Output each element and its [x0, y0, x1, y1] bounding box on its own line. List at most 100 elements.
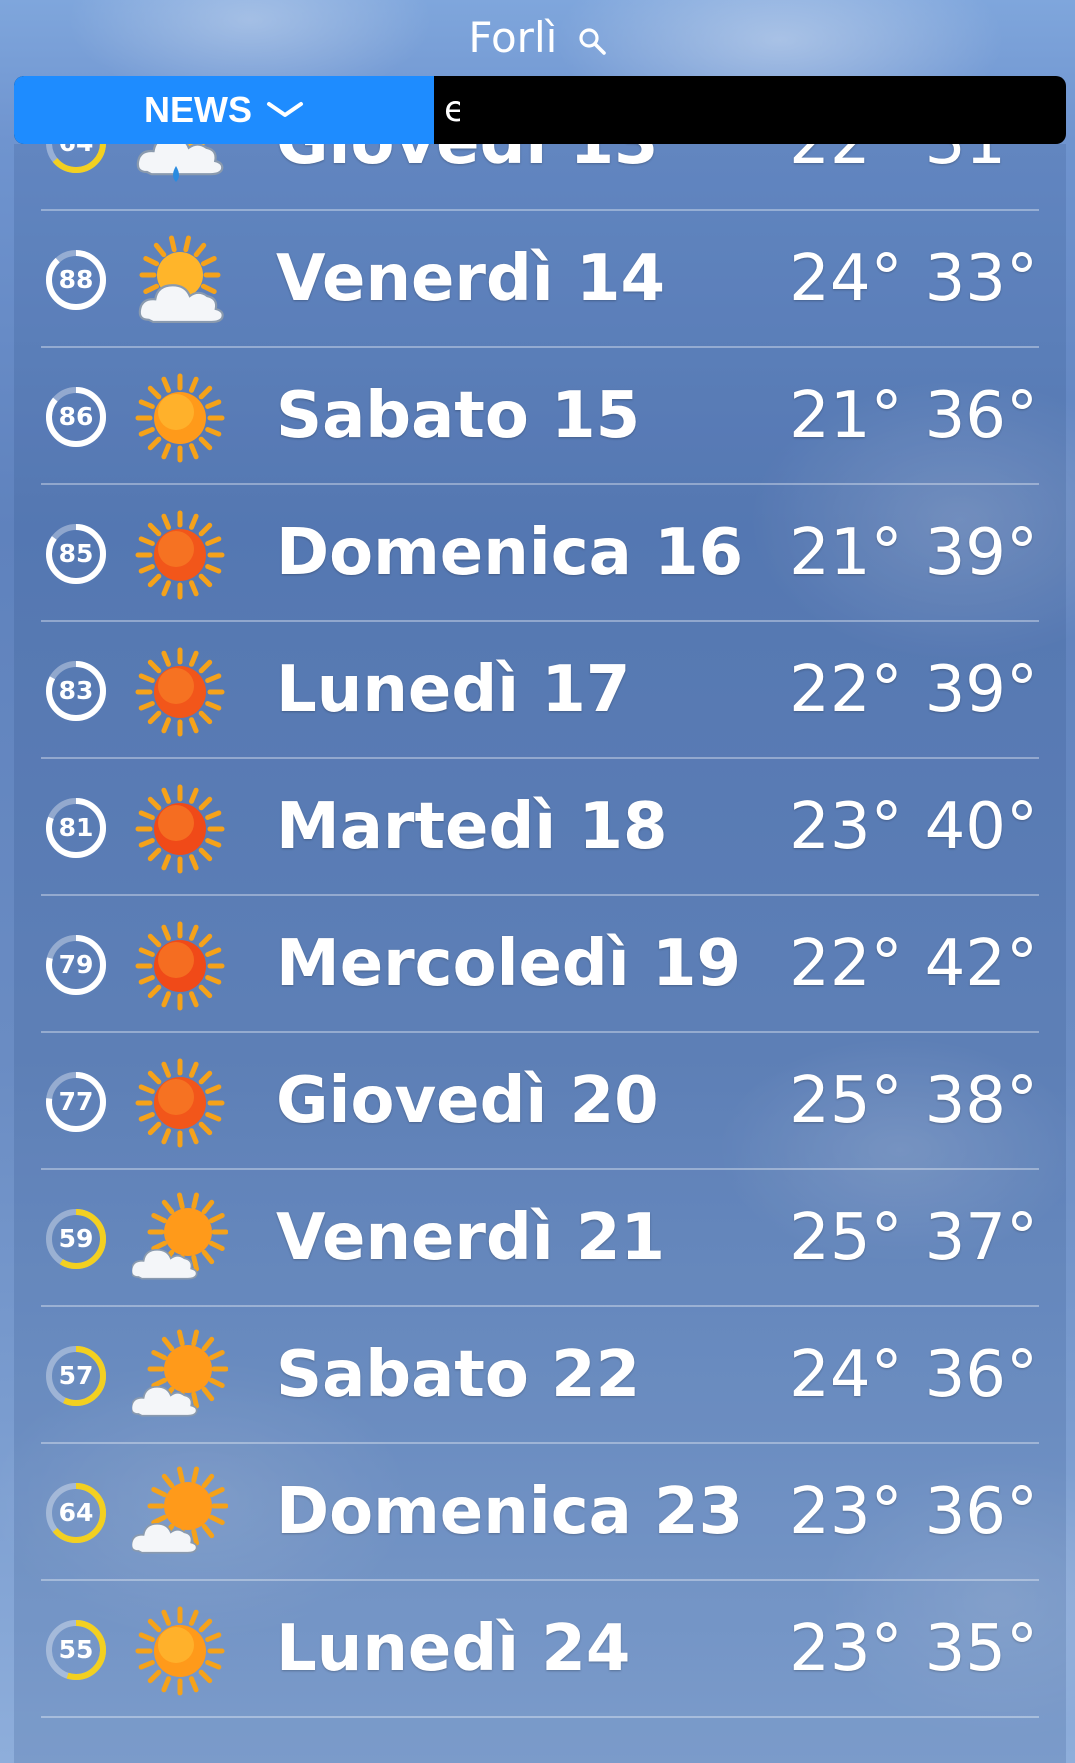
- news-dropdown-button[interactable]: NEWS: [14, 76, 434, 144]
- forecast-row[interactable]: 79 Mercoledì 19 22° 42°: [14, 896, 1066, 1033]
- temperature-range: 24° 33°: [789, 211, 1038, 348]
- forecast-row[interactable]: 83 Lunedì 17 22° 39°: [14, 622, 1066, 759]
- max-temperature: 36°: [924, 1338, 1038, 1412]
- score-badge: 81: [44, 796, 108, 860]
- score-value: 55: [58, 1635, 94, 1664]
- forecast-row[interactable]: 55 Lunedì 24 23° 35°: [14, 1581, 1066, 1718]
- location-header[interactable]: Forlì: [0, 10, 1075, 66]
- min-temperature: 23°: [789, 1612, 903, 1686]
- hot-sun-icon: [132, 1055, 228, 1151]
- day-label: Lunedì 24: [276, 1612, 631, 1686]
- hot-sun-icon: [132, 918, 228, 1014]
- score-badge: 55: [44, 1618, 108, 1682]
- max-temperature: 33°: [924, 242, 1038, 316]
- news-bar[interactable]: NEWS e: [14, 76, 1066, 144]
- score-value: 83: [58, 676, 94, 705]
- min-temperature: 24°: [789, 242, 903, 316]
- temperature-range: 23° 40°: [789, 759, 1038, 896]
- max-temperature: 39°: [924, 516, 1038, 590]
- forecast-row[interactable]: 59 Venerdì 21 25° 37°: [14, 1170, 1066, 1307]
- sun-icon: [132, 370, 228, 466]
- temperature-range: 25° 37°: [789, 1170, 1038, 1307]
- sun-cloud-icon: [130, 1329, 229, 1425]
- day-label: Giovedì 13: [276, 144, 659, 211]
- day-label: Domenica 23: [276, 1475, 744, 1549]
- score-value: 57: [58, 1361, 94, 1390]
- score-badge: 85: [44, 522, 108, 586]
- temperature-range: 22° 42°: [789, 896, 1038, 1033]
- max-temperature: 40°: [924, 790, 1038, 864]
- score-value: 85: [58, 539, 94, 568]
- forecast-row[interactable]: 64 Giovedì 13 22° 31°: [14, 144, 1066, 211]
- temperature-range: 24° 36°: [789, 1307, 1038, 1444]
- min-temperature: 23°: [789, 790, 903, 864]
- min-temperature: 25°: [789, 1201, 903, 1275]
- forecast-row[interactable]: 85 Domenica 16 21° 39°: [14, 485, 1066, 622]
- min-temperature: 22°: [789, 653, 903, 727]
- temperature-range: 23° 35°: [789, 1581, 1038, 1718]
- min-temperature: 23°: [789, 1475, 903, 1549]
- sun-icon: [132, 1603, 228, 1699]
- forecast-row[interactable]: 81 Martedì 18 23° 40°: [14, 759, 1066, 896]
- day-label: Giovedì 20: [276, 1064, 659, 1138]
- min-temperature: 21°: [789, 379, 903, 453]
- min-temperature: 22°: [789, 927, 903, 1001]
- search-icon[interactable]: [577, 26, 607, 56]
- forecast-row[interactable]: 57 Sabato 22 24° 36°: [14, 1307, 1066, 1444]
- score-badge: 86: [44, 385, 108, 449]
- day-label: Mercoledì 19: [276, 927, 741, 1001]
- score-badge: 59: [44, 1207, 108, 1271]
- score-badge: 77: [44, 1070, 108, 1134]
- hot-sun-icon: [132, 507, 228, 603]
- city-name[interactable]: Forlì: [468, 13, 557, 62]
- score-value: 64: [58, 1498, 94, 1527]
- score-value: 64: [44, 144, 108, 175]
- score-badge: 83: [44, 659, 108, 723]
- sun-cloud-icon: [130, 1466, 229, 1562]
- max-temperature: 39°: [924, 653, 1038, 727]
- day-label: Sabato 15: [276, 379, 641, 453]
- sun-behind-cloud-icon: [132, 233, 228, 329]
- score-value: 79: [58, 950, 94, 979]
- score-value: 88: [58, 265, 94, 294]
- chevron-down-icon: [267, 102, 303, 117]
- max-temperature: 37°: [924, 1201, 1038, 1275]
- score-value: 59: [58, 1224, 94, 1253]
- news-label: NEWS: [144, 89, 252, 130]
- max-temperature: 36°: [924, 1475, 1038, 1549]
- forecast-row[interactable]: 88 Venerdì 14 24° 33°: [14, 211, 1066, 348]
- min-temperature: 25°: [789, 1064, 903, 1138]
- score-value: 86: [58, 402, 94, 431]
- score-badge: 79: [44, 933, 108, 997]
- max-temperature: 36°: [924, 379, 1038, 453]
- temperature-range: 21° 36°: [789, 348, 1038, 485]
- score-badge: 88: [44, 248, 108, 312]
- news-ticker[interactable]: e: [444, 76, 460, 144]
- forecast-row[interactable]: 77 Giovedì 20 25° 38°: [14, 1033, 1066, 1170]
- min-temperature: 24°: [789, 1338, 903, 1412]
- row-divider: [41, 1716, 1039, 1718]
- temperature-range: 21° 39°: [789, 485, 1038, 622]
- forecast-list[interactable]: 64 Giovedì 13 22° 31° 88 Venerdì 14 24° 33°…: [14, 144, 1066, 1763]
- min-temperature: 22°: [789, 144, 902, 179]
- forecast-row[interactable]: 86 Sabato 15 21° 36°: [14, 348, 1066, 485]
- score-badge: 64: [44, 1481, 108, 1545]
- max-temperature: 31°: [925, 144, 1038, 179]
- day-label: Domenica 16: [276, 516, 744, 590]
- temperature-range: 22° 31°: [789, 144, 1038, 211]
- hot-sun-icon: [132, 781, 228, 877]
- max-temperature: 42°: [924, 927, 1038, 1001]
- hot-sun-icon: [132, 644, 228, 740]
- day-label: Sabato 22: [276, 1338, 641, 1412]
- day-label: Venerdì 14: [276, 242, 666, 316]
- temperature-range: 22° 39°: [789, 622, 1038, 759]
- temperature-range: 25° 38°: [789, 1033, 1038, 1170]
- cloud-rain-sun-icon: [132, 144, 228, 192]
- max-temperature: 35°: [924, 1612, 1038, 1686]
- day-label: Lunedì 17: [276, 653, 631, 727]
- score-value: 81: [58, 813, 94, 842]
- temperature-range: 23° 36°: [789, 1444, 1038, 1581]
- forecast-row[interactable]: 64 Domenica 23 23° 36°: [14, 1444, 1066, 1581]
- max-temperature: 38°: [924, 1064, 1038, 1138]
- day-label: Martedì 18: [276, 790, 668, 864]
